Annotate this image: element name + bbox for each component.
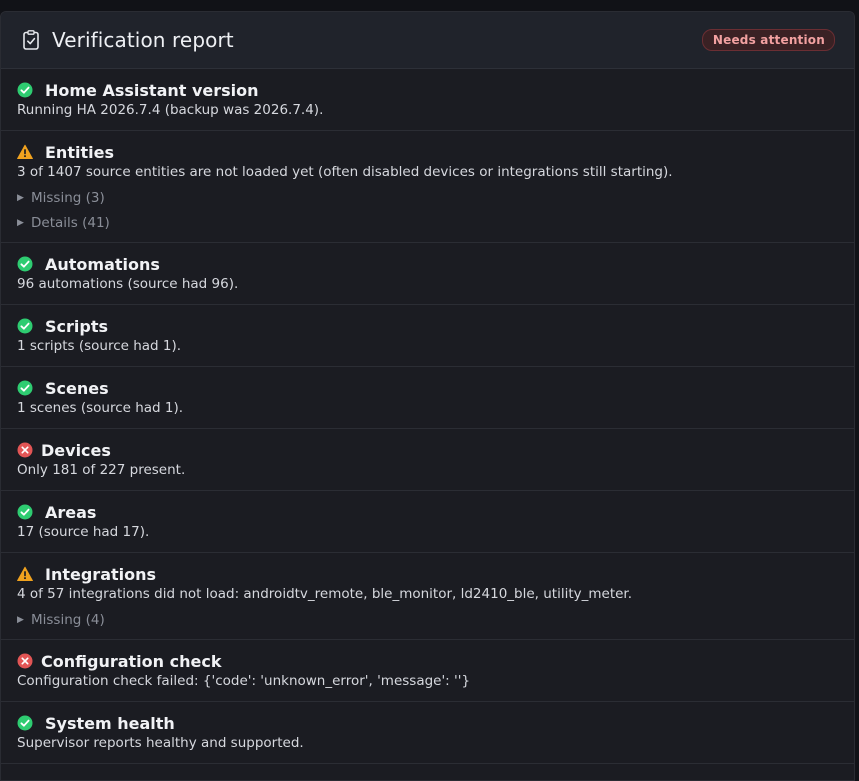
check-section-areas: Areas 17 (source had 17). <box>1 491 854 553</box>
section-title: Scenes <box>45 378 109 398</box>
caret-right-icon: ▶ <box>17 614 24 625</box>
section-title: Devices <box>41 440 111 460</box>
toggle-label: Details (41) <box>31 214 110 231</box>
section-header: System health <box>17 713 838 733</box>
check-section-scripts: Scripts 1 scripts (source had 1). <box>1 305 854 367</box>
section-header: Scenes <box>17 378 838 398</box>
toggle-label: Missing (3) <box>31 189 105 206</box>
section-header: Areas <box>17 502 838 522</box>
section-header: Automations <box>17 254 838 274</box>
section-title: Entities <box>45 142 114 162</box>
x-circle-icon <box>17 442 33 458</box>
check-section-system-health: System health Supervisor reports healthy … <box>1 702 854 764</box>
check-section-home-assistant-version: Home Assistant version Running HA 2026.7.… <box>1 69 854 131</box>
section-description: 3 of 1407 source entities are not loaded… <box>17 164 673 180</box>
section-title: Scripts <box>45 316 109 336</box>
check-circle-icon <box>17 504 33 520</box>
section-header: Devices <box>17 440 838 460</box>
section-description: 4 of 57 integrations did not load: andro… <box>17 586 633 602</box>
check-section-configuration-check: Configuration check Configuration check f… <box>1 640 854 702</box>
section-description: 17 (source had 17). <box>17 524 150 540</box>
section-description: Supervisor reports healthy and supported… <box>17 735 304 751</box>
status-badge: Needs attention <box>701 29 835 51</box>
check-circle-icon <box>17 715 33 731</box>
card-header: Verification report Needs attention <box>1 12 854 69</box>
check-section-integrations: Integrations 4 of 57 integrations did not… <box>1 553 854 640</box>
check-section-devices: Devices Only 181 of 227 present. <box>1 429 854 491</box>
section-description: Only 181 of 227 present. <box>17 462 186 478</box>
section-title: Home Assistant version <box>45 80 259 100</box>
section-description: 96 automations (source had 96). <box>17 276 239 292</box>
section-description: Configuration check failed: {'code': 'un… <box>17 673 471 689</box>
check-circle-icon <box>17 318 33 334</box>
section-title: Areas <box>45 502 97 522</box>
section-header: Integrations <box>17 564 838 584</box>
section-title: Integrations <box>45 564 157 584</box>
caret-right-icon: ▶ <box>17 217 24 228</box>
details-toggle-details[interactable]: ▶ Details (41) <box>17 214 838 231</box>
check-section-automations: Automations 96 automations (source had 96… <box>1 243 854 305</box>
section-header: Scripts <box>17 316 838 336</box>
section-description: 1 scripts (source had 1). <box>17 338 182 354</box>
section-header: Home Assistant version <box>17 80 838 100</box>
check-circle-icon <box>17 82 33 98</box>
details-toggle-missing[interactable]: ▶ Missing (3) <box>17 189 838 206</box>
section-title: Configuration check <box>41 651 222 671</box>
section-header: Configuration check <box>17 651 838 671</box>
check-circle-icon <box>17 256 33 272</box>
toggle-label: Missing (4) <box>31 611 105 628</box>
x-circle-icon <box>17 653 33 669</box>
check-circle-icon <box>17 380 33 396</box>
section-header: Entities <box>17 142 838 162</box>
details-toggle-missing[interactable]: ▶ Missing (4) <box>17 611 838 628</box>
clipboard-check-icon <box>22 29 40 51</box>
check-section-entities: Entities 3 of 1407 source entities are no… <box>1 131 854 243</box>
page-title: Verification report <box>52 28 234 52</box>
check-list: Home Assistant version Running HA 2026.7.… <box>1 69 854 764</box>
warning-triangle-icon <box>17 566 33 582</box>
caret-right-icon: ▶ <box>17 192 24 203</box>
section-description: 1 scenes (source had 1). <box>17 400 184 416</box>
warning-triangle-icon <box>17 144 33 160</box>
section-description: Running HA 2026.7.4 (backup was 2026.7.4… <box>17 102 324 118</box>
section-title: System health <box>45 713 175 733</box>
verification-report-card: Verification report Needs attention Home… <box>0 11 855 781</box>
section-title: Automations <box>45 254 160 274</box>
check-section-scenes: Scenes 1 scenes (source had 1). <box>1 367 854 429</box>
